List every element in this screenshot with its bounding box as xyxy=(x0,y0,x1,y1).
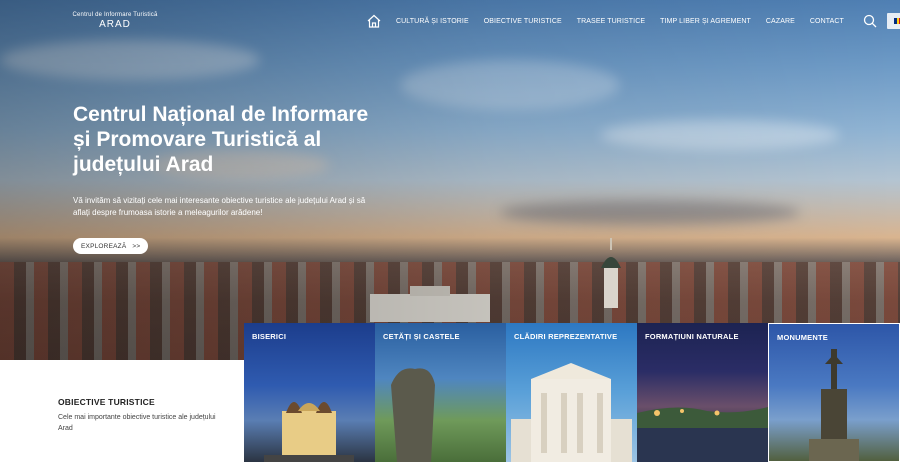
nav-trasee-turistice[interactable]: TRASEE TURISTICE xyxy=(577,18,645,25)
card-label: FORMAȚIUNI NATURALE xyxy=(645,332,739,341)
ruin-illustration xyxy=(391,368,435,462)
explore-button[interactable]: EXPLOREAZĂ >> xyxy=(73,238,149,254)
category-cards: BISERICI CETĂȚI ȘI CASTELE CLĂDIRI REPRE… xyxy=(244,323,900,462)
card-cladiri-reprezentative[interactable]: CLĂDIRI REPREZENTATIVE xyxy=(506,323,637,462)
card-monumente[interactable]: MONUMENTE xyxy=(768,323,900,462)
objectives-title: OBIECTIVE TURISTICE xyxy=(58,397,155,407)
card-label: CETĂȚI ȘI CASTELE xyxy=(383,332,460,341)
card-label: MONUMENTE xyxy=(777,333,828,342)
explore-button-label: EXPLOREAZĂ xyxy=(81,242,127,250)
nav-obiective-turistice[interactable]: OBIECTIVE TURISTICE xyxy=(484,18,562,25)
romania-flag-icon xyxy=(893,18,900,24)
card-formatiuni-naturale[interactable]: FORMAȚIUNI NATURALE xyxy=(637,323,768,462)
search-icon[interactable] xyxy=(863,14,877,28)
main-nav: CULTURĂ ȘI ISTORIE OBIECTIVE TURISTICE T… xyxy=(366,12,900,30)
hero-title: Centrul Național de Informare și Promova… xyxy=(73,103,369,176)
nav-timp-liber[interactable]: TIMP LIBER ȘI AGREMENT xyxy=(660,18,751,25)
language-selector[interactable] xyxy=(886,13,900,29)
card-cetati-castele[interactable]: CETĂȚI ȘI CASTELE xyxy=(375,323,506,462)
logo-subtitle: Centrul de Informare Turistică xyxy=(72,12,158,18)
card-label: BISERICI xyxy=(252,332,287,341)
double-chevron-right-icon: >> xyxy=(132,242,141,250)
monument-illustration xyxy=(809,349,859,461)
nav-contact[interactable]: CONTACT xyxy=(810,18,844,25)
church-illustration xyxy=(264,402,354,462)
objectives-description: Cele mai importante obiective turistice … xyxy=(58,414,216,432)
river-illustration xyxy=(637,407,768,462)
site-logo[interactable]: Centrul de Informare Turistică ARAD xyxy=(72,12,158,30)
card-biserici[interactable]: BISERICI xyxy=(244,323,375,462)
hero-banner xyxy=(0,0,900,360)
card-label: CLĂDIRI REPREZENTATIVE xyxy=(514,332,618,341)
nav-cultura-istorie[interactable]: CULTURĂ ȘI ISTORIE xyxy=(396,18,469,25)
objectives-intro: OBIECTIVE TURISTICE Cele mai importante … xyxy=(0,360,244,462)
home-icon[interactable] xyxy=(366,13,382,29)
nav-cazare[interactable]: CAZARE xyxy=(766,18,795,25)
theatre-illustration xyxy=(511,363,632,462)
hero-description: Vă invităm să vizitați cele mai interesa… xyxy=(73,196,366,217)
logo-title: ARAD xyxy=(99,19,131,30)
